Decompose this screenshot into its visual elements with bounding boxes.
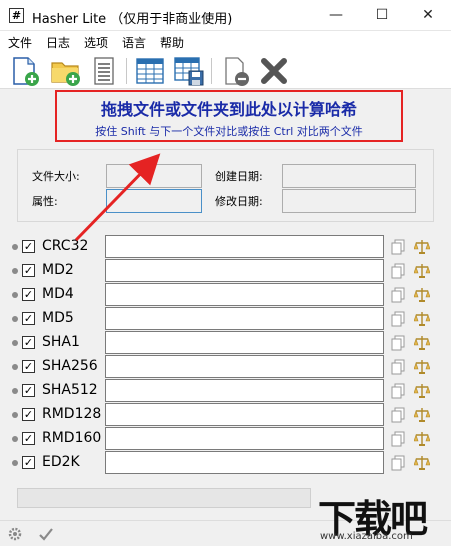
gear-icon[interactable] bbox=[7, 526, 23, 542]
check-icon[interactable] bbox=[38, 526, 54, 542]
progress-bar bbox=[17, 488, 311, 508]
watermark-logo: 下载吧 www.xiazaiba.com bbox=[316, 488, 446, 544]
watermark-url: www.xiazaiba.com bbox=[320, 531, 413, 542]
annotation-arrow bbox=[74, 153, 161, 242]
